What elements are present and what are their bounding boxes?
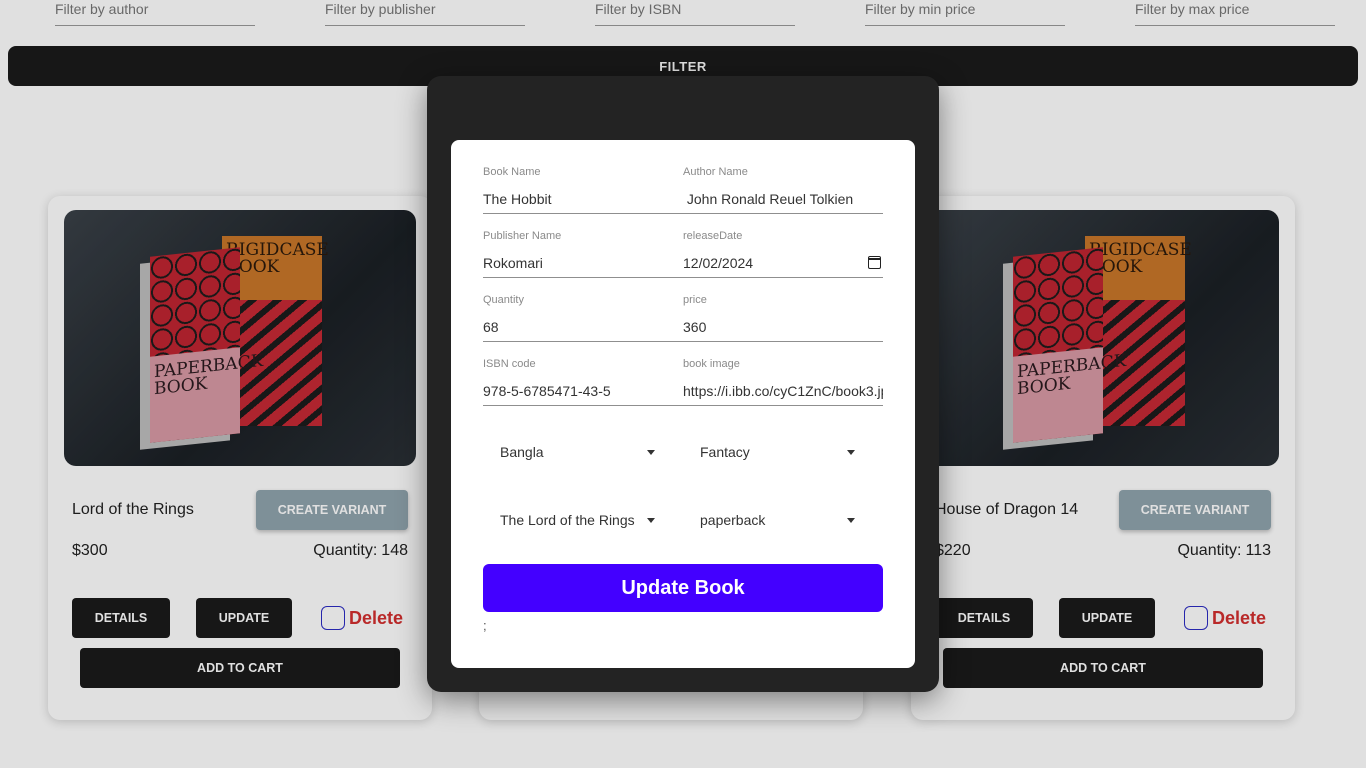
price-input[interactable] xyxy=(683,312,883,342)
chevron-down-icon xyxy=(647,518,655,523)
isbn-input[interactable] xyxy=(483,376,683,406)
genre-select-value: Fantacy xyxy=(700,444,750,460)
release-date-input[interactable] xyxy=(683,248,883,278)
format-select-value: paperback xyxy=(700,512,766,528)
language-select[interactable]: Bangla xyxy=(483,436,659,468)
author-name-label: Author Name xyxy=(683,166,748,178)
release-date-label: releaseDate xyxy=(683,230,743,242)
author-name-input[interactable] xyxy=(683,184,883,214)
publisher-name-field: Publisher Name xyxy=(483,230,683,298)
quantity-input[interactable] xyxy=(483,312,683,342)
language-select-value: Bangla xyxy=(500,444,544,460)
update-book-button[interactable]: Update Book xyxy=(483,564,883,612)
publisher-name-label: Publisher Name xyxy=(483,230,562,242)
chevron-down-icon xyxy=(847,450,855,455)
price-label: price xyxy=(683,294,707,306)
book-name-field: Book Name xyxy=(483,166,683,234)
series-select[interactable]: The Lord of the Rings xyxy=(483,504,659,536)
release-date-field: releaseDate xyxy=(683,230,883,298)
book-image-label: book image xyxy=(683,358,740,370)
book-image-field: book image xyxy=(683,358,883,426)
quantity-label: Quantity xyxy=(483,294,524,306)
format-select[interactable]: paperback xyxy=(683,504,859,536)
quantity-field: Quantity xyxy=(483,294,683,362)
book-name-input[interactable] xyxy=(483,184,683,214)
book-name-label: Book Name xyxy=(483,166,541,178)
price-field: price xyxy=(683,294,883,362)
series-select-value: The Lord of the Rings xyxy=(500,512,635,528)
chevron-down-icon xyxy=(847,518,855,523)
calendar-icon[interactable] xyxy=(868,256,881,269)
isbn-label: ISBN code xyxy=(483,358,536,370)
book-image-input[interactable] xyxy=(683,376,883,406)
author-name-field: Author Name xyxy=(683,166,883,234)
isbn-field: ISBN code xyxy=(483,358,683,426)
chevron-down-icon xyxy=(647,450,655,455)
trailing-text: ; xyxy=(483,618,487,633)
genre-select[interactable]: Fantacy xyxy=(683,436,859,468)
publisher-name-input[interactable] xyxy=(483,248,683,278)
